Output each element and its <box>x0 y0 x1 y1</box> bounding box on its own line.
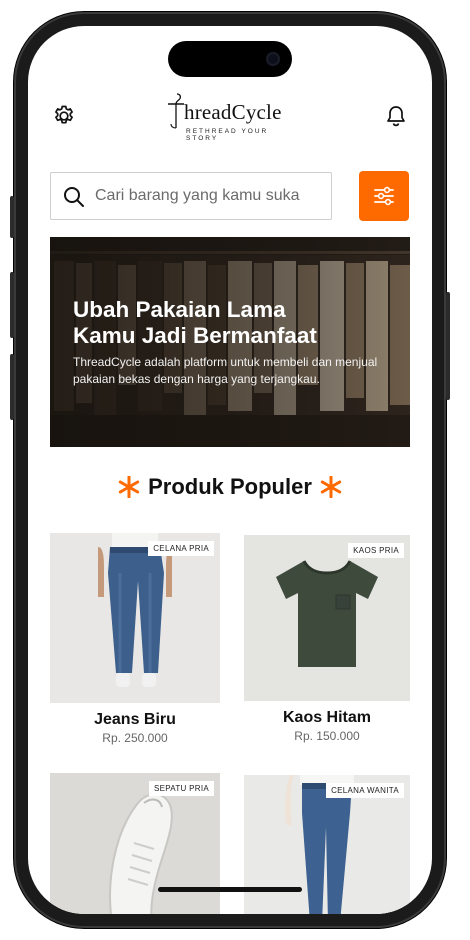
section-header: Produk Populer <box>28 474 432 508</box>
gear-icon[interactable] <box>52 104 76 128</box>
filter-button[interactable] <box>359 171 409 221</box>
category-tag: KAOS PRIA <box>348 543 404 558</box>
camera-icon <box>266 52 280 66</box>
jeans-image <box>50 533 220 703</box>
volume-up-button <box>10 272 14 338</box>
tshirt-image <box>244 535 410 701</box>
dynamic-island <box>168 41 292 77</box>
logo-text: hreadCycle <box>184 100 282 124</box>
product-image: KAOS PRIA <box>244 535 410 701</box>
category-tag: CELANA WANITA <box>326 783 404 798</box>
search-icon <box>64 187 84 207</box>
category-tag: SEPATU PRIA <box>148 781 214 796</box>
product-price: Rp. 250.000 <box>102 731 168 745</box>
hero-banner[interactable]: Ubah Pakaian Lama Kamu Jadi Bermanfaat T… <box>50 237 410 447</box>
power-button <box>446 292 450 400</box>
logo-tagline: RETHREAD YOUR STORY <box>186 128 269 142</box>
banner-title: Ubah Pakaian Lama Kamu Jadi Bermanfaat <box>73 297 393 349</box>
section-title: Produk Populer <box>148 474 312 499</box>
app-logo: hreadCycle RETHREAD YOUR STORY <box>164 93 304 142</box>
banner-description: ThreadCycle adalah platform untuk membel… <box>73 355 378 386</box>
search-input[interactable] <box>95 185 323 207</box>
category-tag: CELANA PRIA <box>148 541 214 556</box>
asterisk-icon <box>118 476 140 498</box>
bell-icon[interactable] <box>384 104 408 128</box>
app-screen: hreadCycle RETHREAD YOUR STORY Cari bara… <box>28 26 432 914</box>
volume-down-button <box>10 354 14 420</box>
asterisk-icon <box>320 476 342 498</box>
product-name: Kaos Hitam <box>282 709 372 726</box>
product-image: CELANA WANITA <box>244 775 410 914</box>
sliders-icon <box>374 186 394 206</box>
product-price: Rp. 150.000 <box>294 729 360 743</box>
home-indicator[interactable] <box>158 887 302 892</box>
product-image: CELANA PRIA <box>50 533 220 703</box>
banner-title-line1: Ubah Pakaian Lama <box>73 297 286 322</box>
search-bar[interactable] <box>50 172 332 220</box>
product-image: SEPATU PRIA <box>50 773 220 914</box>
action-button <box>10 196 14 238</box>
banner-title-line2: Kamu Jadi Bermanfaat <box>73 323 317 348</box>
product-name: Jeans Biru <box>94 711 176 728</box>
app-header: hreadCycle RETHREAD YOUR STORY <box>28 93 432 144</box>
